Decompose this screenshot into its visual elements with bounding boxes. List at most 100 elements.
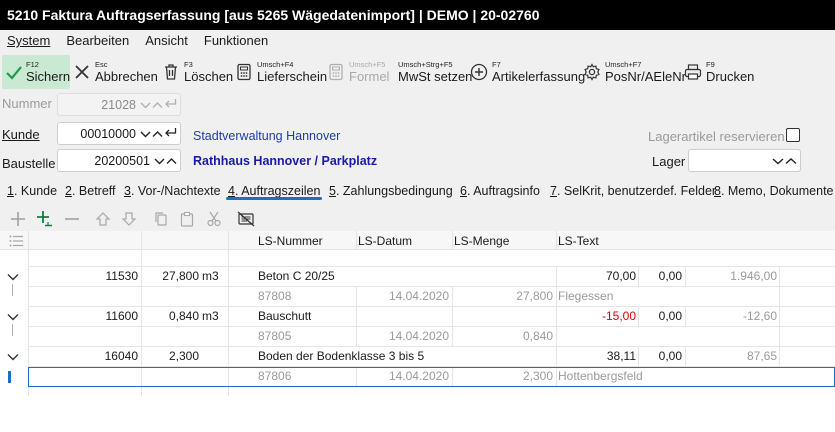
save-label: Sichern xyxy=(26,69,71,84)
header-ls-text[interactable]: LS-Text xyxy=(558,234,599,248)
move-down-icon[interactable] xyxy=(119,209,139,229)
tab-vor-nachtexte-label: . Vor-/Nachtexte xyxy=(130,184,221,198)
menu-funktionen[interactable]: Funktionen xyxy=(196,30,276,52)
mwst-button[interactable]: Umsch+Strg+F5 MwSt setzen xyxy=(398,55,472,89)
paste-icon[interactable] xyxy=(177,209,197,229)
tab-betreff[interactable]: 2. Betreff xyxy=(65,181,116,201)
tab-vor-nachtexte[interactable]: 3. Vor-/Nachtexte xyxy=(124,181,221,201)
row-3-gesamt: 87,65 xyxy=(746,349,777,363)
tab-memo-dokumente-label: . Memo, Dokumente xyxy=(720,184,834,198)
row-2-menge[interactable]: 0,840 xyxy=(143,309,199,323)
formula-button[interactable]: Umsch+F5 Formel xyxy=(326,55,389,89)
header-ls-menge[interactable]: LS-Menge xyxy=(454,234,509,248)
baustelle-value: 20200501 xyxy=(94,153,150,168)
chevron-up-icon[interactable] xyxy=(166,154,177,168)
print-label: Drucken xyxy=(706,69,755,84)
menu-system[interactable]: System xyxy=(0,30,58,52)
expand-row-1-icon[interactable] xyxy=(6,270,20,284)
row-3-bezeichnung[interactable]: Boden der Bodenklasse 3 bis 5 xyxy=(258,349,424,363)
row-2-artikel[interactable]: 11600 xyxy=(30,309,138,323)
delete-button[interactable]: F3 Löschen xyxy=(161,55,233,89)
menu-bearbeiten-label: Bearbeiten xyxy=(66,33,130,48)
tab-kunde[interactable]: 1. Kunde xyxy=(7,181,57,201)
column-divider xyxy=(556,231,557,250)
posnr-label: PosNr/AEleNr xyxy=(605,69,686,84)
chevron-down-icon[interactable] xyxy=(154,154,165,168)
cut-icon[interactable] xyxy=(204,209,224,229)
tree-line xyxy=(12,284,13,296)
column-divider xyxy=(779,287,780,307)
header-ls-nummer[interactable]: LS-Nummer xyxy=(258,234,323,248)
chevron-up-icon[interactable] xyxy=(785,154,797,168)
kunde-value: 00010000 xyxy=(80,126,136,141)
chevron-up-icon[interactable] xyxy=(152,98,163,112)
no-document-icon[interactable] xyxy=(236,209,256,229)
tab-bar: 1. Kunde 2. Betreff 3. Vor-/Nachtexte 4.… xyxy=(0,181,835,203)
tab-kunde-key: 1 xyxy=(7,184,14,198)
lager-select[interactable] xyxy=(688,149,801,172)
row-3-preis[interactable]: 38,11 xyxy=(558,349,636,363)
row-3-menge[interactable]: 2,300 xyxy=(143,349,199,363)
expand-row-3-icon[interactable] xyxy=(6,350,20,364)
tab-auftragsinfo[interactable]: 6. Auftragsinfo xyxy=(460,181,540,201)
column-divider xyxy=(356,287,357,307)
tab-betreff-key: 2 xyxy=(65,184,72,198)
row-1-einheit[interactable]: m3 xyxy=(202,269,219,283)
lagerartikel-checkbox[interactable] xyxy=(786,128,800,142)
nummer-field[interactable]: 21028 xyxy=(57,93,181,116)
row-1-menge[interactable]: 27,800 xyxy=(143,269,199,283)
kunde-field[interactable]: 00010000 xyxy=(57,122,181,145)
chevron-down-icon[interactable] xyxy=(140,127,151,141)
row-1-rabatt[interactable]: 0,00 xyxy=(640,269,682,283)
posnr-button[interactable]: Umsch+F7 PosNr/AEleNr xyxy=(582,55,686,89)
header-ls-datum[interactable]: LS-Datum xyxy=(358,234,412,248)
list-icon[interactable] xyxy=(8,233,24,252)
row-1-bezeichnung[interactable]: Beton C 20/25 xyxy=(258,269,335,283)
copy-icon[interactable] xyxy=(151,209,171,229)
selected-row[interactable] xyxy=(28,367,835,387)
row-2-einheit[interactable]: m3 xyxy=(202,309,219,323)
row-2-ls-datum: 14.04.2020 xyxy=(388,329,449,343)
enter-icon[interactable] xyxy=(164,127,177,141)
row-1-artikel[interactable]: 11530 xyxy=(30,269,138,283)
artikelerfassung-button[interactable]: F7 Artikelerfassung xyxy=(469,55,585,89)
row-1-preis[interactable]: 70,00 xyxy=(558,269,636,283)
formula-label: Formel xyxy=(349,69,390,84)
save-button[interactable]: F12 Sichern xyxy=(2,55,70,89)
cancel-button[interactable]: Esc Abbrechen xyxy=(72,55,158,89)
column-divider xyxy=(685,267,686,287)
lieferschein-button[interactable]: Umsch+F4 Lieferschein xyxy=(234,55,327,89)
row-3-artikel[interactable]: 16040 xyxy=(30,349,138,363)
tab-memo-dokumente[interactable]: 8. Memo, Dokumente xyxy=(714,181,834,201)
row-2-bezeichnung[interactable]: Bauschutt xyxy=(258,309,311,323)
row-divider xyxy=(28,326,835,327)
add-subrow-icon[interactable] xyxy=(35,209,55,229)
menu-ansicht[interactable]: Ansicht xyxy=(137,30,196,52)
baustelle-field[interactable]: 20200501 xyxy=(57,149,181,172)
chevron-up-icon[interactable] xyxy=(152,127,163,141)
row-2-ls-menge: 0,840 xyxy=(522,329,553,343)
enter-icon[interactable] xyxy=(164,98,177,112)
add-row-icon[interactable] xyxy=(8,209,28,229)
row-2-preis[interactable]: -15,00 xyxy=(558,309,636,323)
row-2-rabatt[interactable]: 0,00 xyxy=(640,309,682,323)
tab-betreff-label: . Betreff xyxy=(71,184,116,198)
baustelle-name[interactable]: Rathhaus Hannover / Parkplatz xyxy=(193,154,377,168)
tab-zahlungsbedingung[interactable]: 5. Zahlungsbedingung xyxy=(329,181,453,201)
remove-row-icon[interactable] xyxy=(62,209,82,229)
kunde-name[interactable]: Stadtverwaltung Hannover xyxy=(193,129,340,143)
column-divider xyxy=(452,287,453,347)
chevron-down-icon[interactable] xyxy=(772,154,784,168)
expand-row-2-icon[interactable] xyxy=(6,310,20,324)
tab-memo-dokumente-key: 8 xyxy=(714,184,721,198)
chevron-down-icon[interactable] xyxy=(140,98,151,112)
kunde-label: Kunde xyxy=(2,127,40,142)
tab-selkrit[interactable]: 7. SelKrit, benutzerdef. Felder xyxy=(550,181,716,201)
move-up-icon[interactable] xyxy=(93,209,113,229)
print-button[interactable]: F9 Drucken xyxy=(683,55,754,89)
menu-ansicht-label: Ansicht xyxy=(145,33,188,48)
row-3-rabatt[interactable]: 0,00 xyxy=(640,349,682,363)
menu-funktionen-label: Funktionen xyxy=(203,33,269,48)
tab-auftragsinfo-label: . Auftragsinfo xyxy=(466,184,540,198)
menu-bearbeiten[interactable]: Bearbeiten xyxy=(58,30,137,52)
